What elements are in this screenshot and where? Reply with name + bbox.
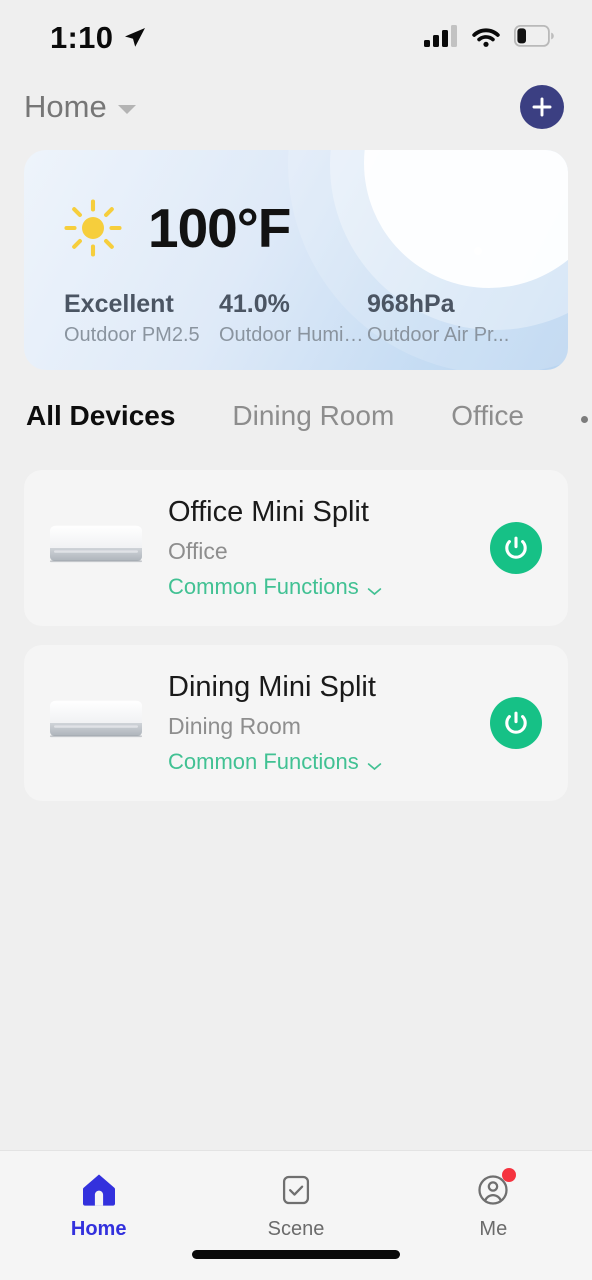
location-arrow-icon bbox=[123, 26, 147, 50]
chevron-down-icon bbox=[117, 104, 136, 114]
sun-icon bbox=[64, 199, 122, 257]
ellipsis-icon[interactable] bbox=[580, 410, 592, 423]
power-icon bbox=[505, 536, 527, 559]
device-room: Dining Room bbox=[168, 713, 301, 739]
tab-all-devices[interactable]: All Devices bbox=[26, 400, 175, 432]
status-bar: 1:10 bbox=[0, 0, 592, 76]
weather-primary: 100°F bbox=[64, 196, 291, 260]
device-info: Dining Mini Split Dining Room Common Fun… bbox=[168, 671, 490, 775]
home-selector[interactable]: Home bbox=[24, 89, 136, 125]
device-name: Dining Mini Split bbox=[168, 671, 376, 703]
device-room: Office bbox=[168, 538, 228, 564]
mini-split-ac-icon bbox=[46, 692, 146, 754]
weather-stat-humidity: 41.0% Outdoor Humid... bbox=[219, 290, 367, 347]
room-tabs: All Devices Dining Room Office bbox=[0, 370, 592, 432]
user-circle-icon bbox=[472, 1168, 517, 1211]
mini-split-ac-icon bbox=[46, 517, 146, 579]
nav-label: Home bbox=[70, 1218, 127, 1240]
stat-value: 968hPa bbox=[367, 290, 455, 318]
app-screen: 1:10 Home 100°F Excellent Outdoor PM2.5 … bbox=[0, 0, 592, 1280]
nav-item-me[interactable]: Me bbox=[395, 1168, 592, 1241]
add-device-button[interactable] bbox=[520, 85, 564, 129]
bottom-navigation: Home Scene Me bbox=[0, 1150, 592, 1280]
device-card-dining-mini-split[interactable]: Dining Mini Split Dining Room Common Fun… bbox=[24, 645, 568, 801]
home-selector-label: Home bbox=[24, 89, 107, 124]
common-functions-label: Common Functions bbox=[168, 574, 359, 599]
battery-low-icon bbox=[513, 24, 554, 52]
wifi-icon bbox=[471, 25, 501, 52]
decorative-circle bbox=[474, 247, 482, 255]
nav-label: Me bbox=[479, 1218, 508, 1240]
power-toggle-button[interactable] bbox=[490, 522, 542, 574]
weather-temperature: 100°F bbox=[148, 197, 291, 259]
device-list: Office Mini Split Office Common Function… bbox=[0, 470, 592, 801]
status-bar-left: 1:10 bbox=[50, 20, 147, 56]
nav-item-scene[interactable]: Scene bbox=[197, 1169, 394, 1241]
status-bar-right bbox=[424, 24, 554, 52]
common-functions-label: Common Functions bbox=[168, 749, 359, 774]
tab-dining-room[interactable]: Dining Room bbox=[232, 400, 394, 432]
stat-value: Excellent bbox=[64, 290, 174, 318]
chevron-down-icon bbox=[367, 583, 382, 595]
checkbox-square-icon bbox=[275, 1169, 317, 1211]
device-info: Office Mini Split Office Common Function… bbox=[168, 496, 490, 600]
nav-label: Scene bbox=[267, 1218, 325, 1240]
page-header: Home bbox=[0, 76, 592, 138]
stat-label: Outdoor Air Pr... bbox=[367, 324, 510, 346]
stat-label: Outdoor PM2.5 bbox=[64, 324, 200, 346]
power-icon bbox=[505, 711, 527, 734]
home-indicator bbox=[192, 1250, 400, 1259]
weather-stat-pressure: 968hPa Outdoor Air Pr... bbox=[367, 290, 517, 347]
weather-stat-pm25: Excellent Outdoor PM2.5 bbox=[64, 290, 219, 347]
weather-stats: Excellent Outdoor PM2.5 41.0% Outdoor Hu… bbox=[64, 290, 542, 347]
weather-card[interactable]: 100°F Excellent Outdoor PM2.5 41.0% Outd… bbox=[24, 150, 568, 370]
stat-label: Outdoor Humid... bbox=[219, 324, 367, 346]
tab-office[interactable]: Office bbox=[451, 400, 524, 432]
common-functions-toggle[interactable]: Common Functions bbox=[168, 749, 490, 775]
device-name: Office Mini Split bbox=[168, 496, 369, 528]
house-icon bbox=[78, 1169, 120, 1211]
stat-value: 41.0% bbox=[219, 290, 290, 318]
chevron-down-icon bbox=[367, 758, 382, 770]
notification-badge bbox=[502, 1168, 517, 1182]
plus-icon bbox=[532, 97, 552, 117]
common-functions-toggle[interactable]: Common Functions bbox=[168, 574, 490, 600]
cellular-signal-icon bbox=[424, 24, 458, 52]
power-toggle-button[interactable] bbox=[490, 697, 542, 749]
status-bar-clock: 1:10 bbox=[50, 20, 114, 55]
nav-item-home[interactable]: Home bbox=[0, 1169, 197, 1241]
device-card-office-mini-split[interactable]: Office Mini Split Office Common Function… bbox=[24, 470, 568, 626]
